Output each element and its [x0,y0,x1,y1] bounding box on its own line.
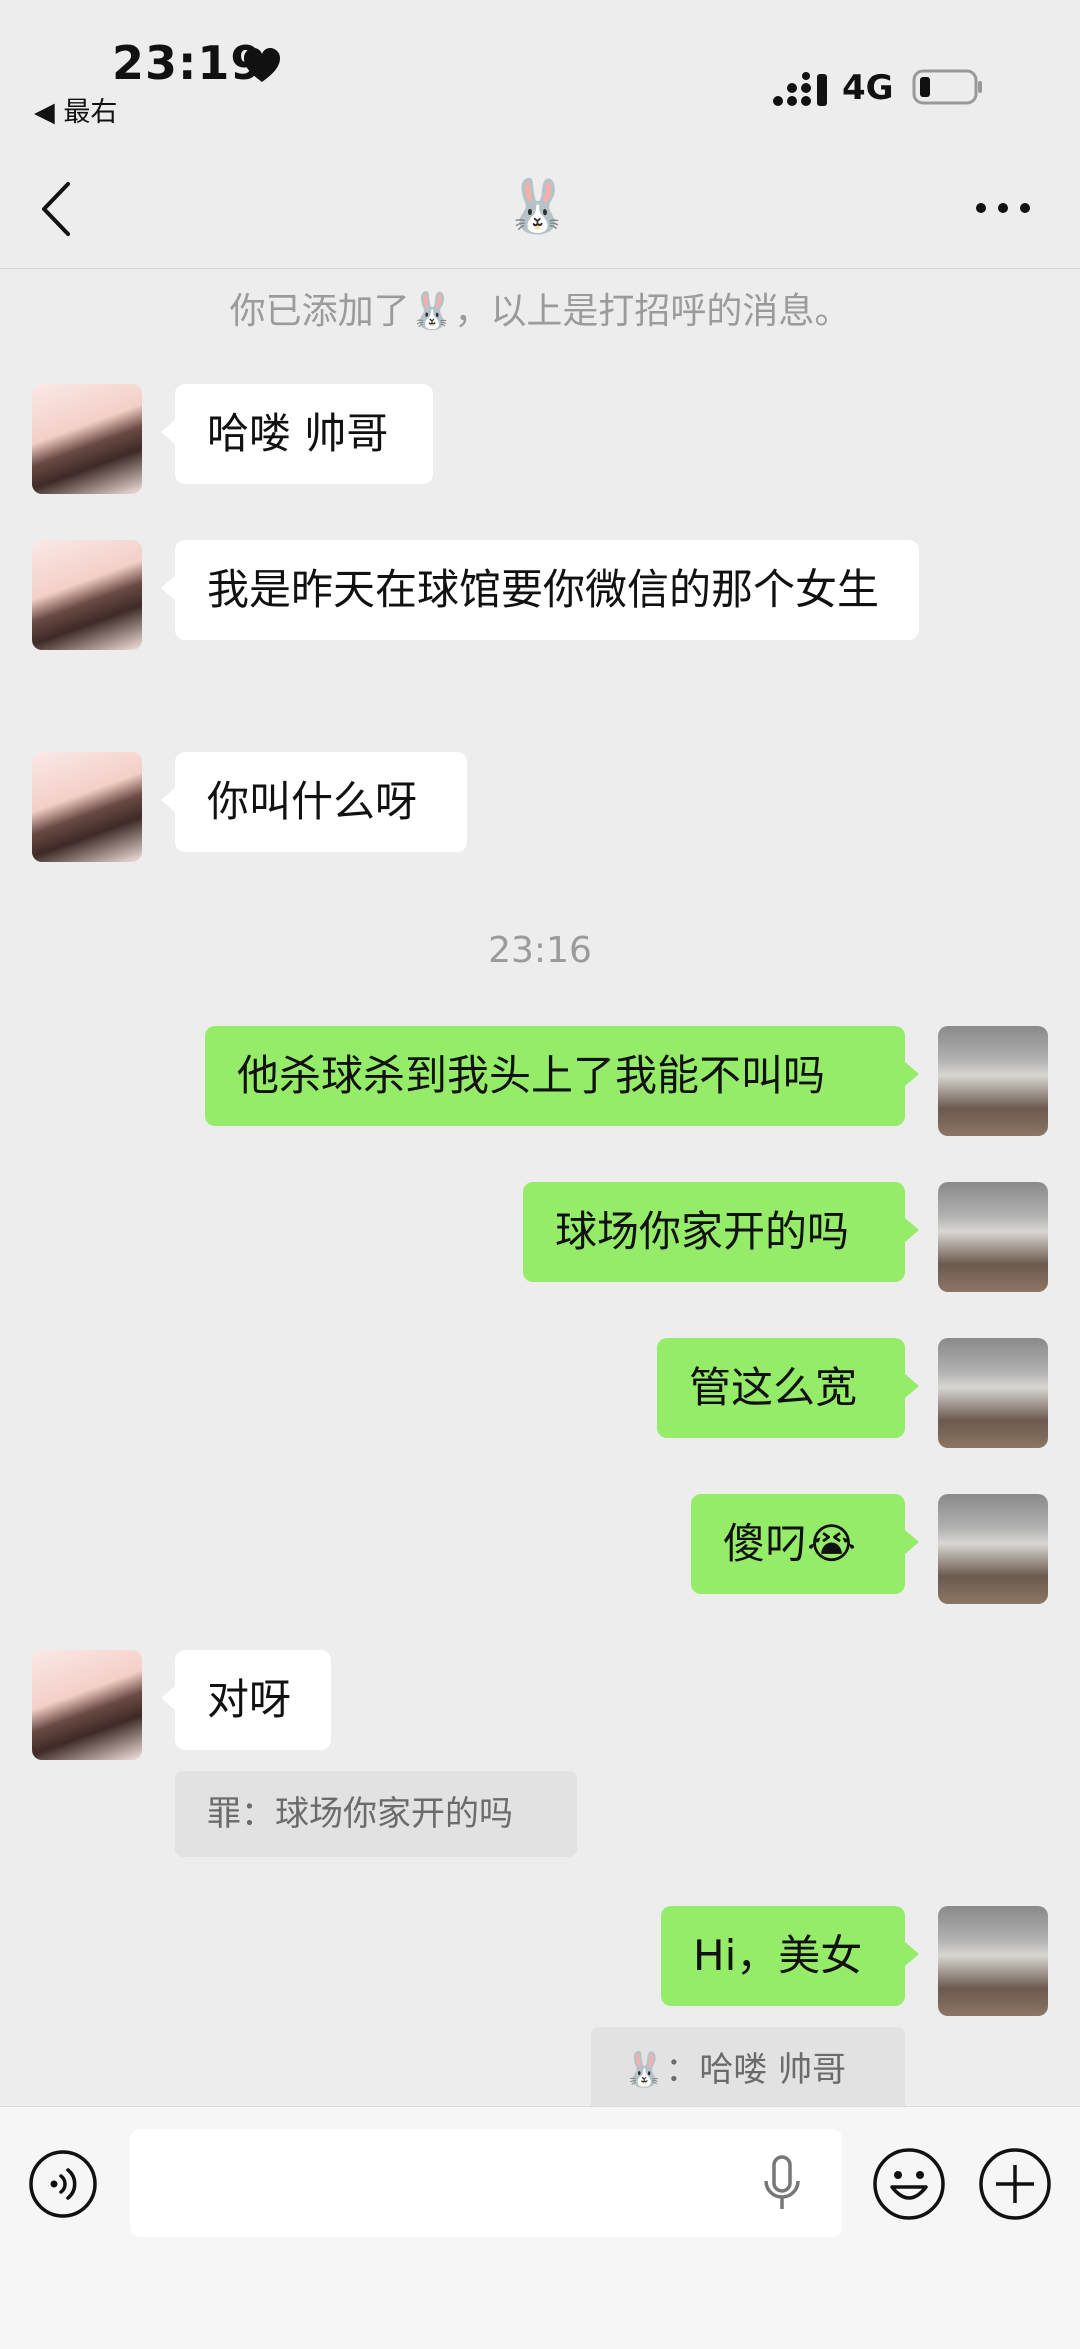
chat-timestamp: 23:16 [488,930,592,971]
my-avatar[interactable] [938,1026,1048,1136]
add-attachment-icon[interactable] [978,2147,1052,2221]
message-bubble-outgoing[interactable]: 管这么宽 [657,1338,919,1438]
input-bar [0,2106,1080,2349]
more-options-icon[interactable] [975,200,1031,216]
contact-avatar[interactable] [32,540,142,650]
message-bubble-outgoing[interactable]: 他杀球杀到我头上了我能不叫吗 [205,1026,919,1126]
signal-icon [773,72,827,106]
emoji-icon[interactable] [872,2147,946,2221]
status-bar: 23:19 ◀ 最右 4G [0,0,1080,150]
contact-avatar[interactable] [32,752,142,862]
voice-input-icon[interactable] [28,2149,98,2219]
heart-icon [244,48,280,82]
message-input[interactable] [130,2129,842,2237]
back-arrow-icon[interactable] [38,180,74,238]
message-bubble-incoming[interactable]: 我是昨天在球馆要你微信的那个女生 [161,540,919,640]
network-type: 4G [842,68,894,108]
contact-avatar[interactable] [32,384,142,494]
message-bubble-incoming[interactable]: 哈喽 帅哥 [161,384,433,484]
message-bubble-incoming[interactable]: 你叫什么呀 [161,752,467,852]
message-bubble-incoming[interactable]: 对呀 [161,1650,331,1750]
chat-header: 🐰 [0,150,1080,269]
message-bubble-outgoing[interactable]: Hi，美女 [661,1906,919,2006]
chat-title: 🐰 [505,177,570,237]
back-to-app-link[interactable]: ◀ 最右 [34,90,117,129]
battery-icon [912,69,982,105]
status-time: 23:19 [112,36,264,90]
quoted-reply[interactable]: 罪：球场你家开的吗 [175,1771,577,1857]
my-avatar[interactable] [938,1182,1048,1292]
my-avatar[interactable] [938,1494,1048,1604]
my-avatar[interactable] [938,1906,1048,2016]
message-bubble-outgoing[interactable]: 球场你家开的吗 [523,1182,919,1282]
contact-avatar[interactable] [32,1650,142,1760]
microphone-icon[interactable] [762,2155,802,2213]
my-avatar[interactable] [938,1338,1048,1448]
quoted-reply[interactable]: 🐰：哈喽 帅哥 [591,2027,905,2113]
system-note: 你已添加了🐰，以上是打招呼的消息。 [229,291,851,332]
message-bubble-outgoing[interactable]: 傻叼😭 [691,1494,919,1594]
